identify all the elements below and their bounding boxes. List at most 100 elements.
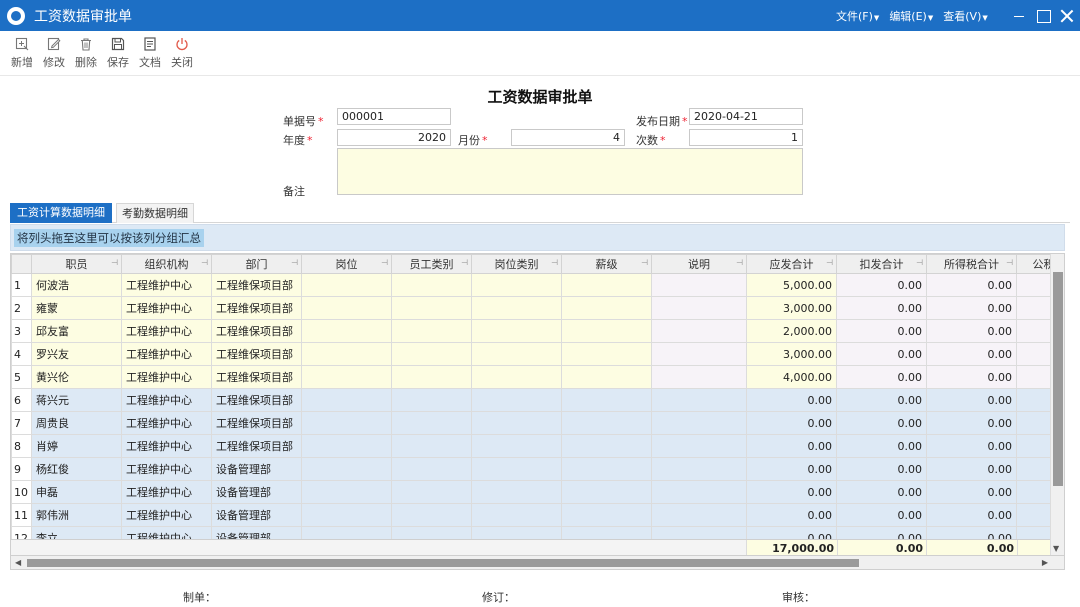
table-row[interactable]: 9 杨红俊 工程维护中心 设备管理部 0.00 0.00 0.00 <box>11 457 1051 481</box>
cell-gross[interactable]: 0.00 <box>746 434 837 458</box>
column-header[interactable]: 职员 ⊣ <box>31 254 122 274</box>
cell-grade[interactable] <box>561 273 652 297</box>
maximize-icon[interactable] <box>1036 9 1051 23</box>
cell-fund[interactable] <box>1016 342 1051 366</box>
cell-post-type[interactable] <box>471 503 562 527</box>
cell-deduct[interactable]: 0.00 <box>836 457 927 481</box>
cell-fund[interactable] <box>1016 411 1051 435</box>
cell-employee[interactable]: 郭伟洲 <box>31 503 122 527</box>
pin-icon[interactable]: ⊣ <box>551 258 558 267</box>
year-field[interactable]: 2020 <box>337 129 451 146</box>
cell-dept[interactable]: 设备管理部 <box>211 503 302 527</box>
column-header[interactable]: 说明 ⊣ <box>651 254 747 274</box>
cell-deduct[interactable]: 0.00 <box>836 365 927 389</box>
column-header[interactable]: 扣发合计 ⊣ <box>836 254 927 274</box>
vertical-scroll-thumb[interactable] <box>1053 272 1063 486</box>
cell-post-type[interactable] <box>471 480 562 504</box>
cell-post-type[interactable] <box>471 342 562 366</box>
tab-salary-details[interactable]: 工资计算数据明细 <box>10 203 112 223</box>
cell-gross[interactable]: 5,000.00 <box>746 273 837 297</box>
cell-dept[interactable]: 工程维保项目部 <box>211 411 302 435</box>
cell-grade[interactable] <box>561 319 652 343</box>
cell-deduct[interactable]: 0.00 <box>836 273 927 297</box>
cell-deduct[interactable]: 0.00 <box>836 434 927 458</box>
cell-post-type[interactable] <box>471 388 562 412</box>
column-header[interactable]: 薪级 ⊣ <box>561 254 652 274</box>
cell-deduct[interactable]: 0.00 <box>836 411 927 435</box>
cell-employee-type[interactable] <box>391 457 472 481</box>
cell-org[interactable]: 工程维护中心 <box>121 319 212 343</box>
cell-employee-type[interactable] <box>391 342 472 366</box>
pin-icon[interactable]: ⊣ <box>111 258 118 267</box>
cell-employee[interactable]: 邱友富 <box>31 319 122 343</box>
cell-deduct[interactable]: 0.00 <box>836 319 927 343</box>
cell-gross[interactable]: 2,000.00 <box>746 319 837 343</box>
pin-icon[interactable]: ⊣ <box>826 258 833 267</box>
cell-grade[interactable] <box>561 296 652 320</box>
cell-fund[interactable] <box>1016 503 1051 527</box>
cell-post[interactable] <box>301 319 392 343</box>
cell-grade[interactable] <box>561 411 652 435</box>
cell-employee[interactable]: 周贵良 <box>31 411 122 435</box>
cell-tax[interactable]: 0.00 <box>926 296 1017 320</box>
column-header[interactable]: 岗位类别 ⊣ <box>471 254 562 274</box>
cell-employee-type[interactable] <box>391 411 472 435</box>
cell-post[interactable] <box>301 457 392 481</box>
cell-tax[interactable]: 0.00 <box>926 365 1017 389</box>
edit-button[interactable]: 修改 <box>38 31 70 75</box>
cell-post[interactable] <box>301 411 392 435</box>
cell-post[interactable] <box>301 480 392 504</box>
cell-grade[interactable] <box>561 365 652 389</box>
horizontal-scrollbar[interactable]: ◀ ▶ <box>10 556 1065 570</box>
cell-org[interactable]: 工程维护中心 <box>121 365 212 389</box>
cell-dept[interactable]: 工程维保项目部 <box>211 365 302 389</box>
cell-fund[interactable] <box>1016 388 1051 412</box>
cell-post[interactable] <box>301 503 392 527</box>
menu-view[interactable]: 查看(V)▼ <box>943 8 988 24</box>
publish-date-field[interactable]: 2020-04-21 <box>689 108 803 125</box>
cell-org[interactable]: 工程维护中心 <box>121 388 212 412</box>
cell-post-type[interactable] <box>471 273 562 297</box>
column-header[interactable]: 公积 <box>1016 254 1051 274</box>
save-button[interactable]: 保存 <box>102 31 134 75</box>
delete-button[interactable]: 删除 <box>70 31 102 75</box>
table-row[interactable]: 4 罗兴友 工程维护中心 工程维保项目部 3,000.00 0.00 0.00 <box>11 342 1051 366</box>
pin-icon[interactable]: ⊣ <box>381 258 388 267</box>
cell-note[interactable] <box>651 273 747 297</box>
cell-fund[interactable] <box>1016 457 1051 481</box>
cell-gross[interactable]: 0.00 <box>746 503 837 527</box>
table-row[interactable]: 7 周贵良 工程维护中心 工程维保项目部 0.00 0.00 0.00 <box>11 411 1051 435</box>
cell-employee[interactable]: 申磊 <box>31 480 122 504</box>
cell-grade[interactable] <box>561 503 652 527</box>
cell-post-type[interactable] <box>471 434 562 458</box>
cell-fund[interactable] <box>1016 319 1051 343</box>
table-row[interactable]: 1 何波浩 工程维护中心 工程维保项目部 5,000.00 0.00 0.00 <box>11 273 1051 297</box>
table-row[interactable]: 11 郭伟洲 工程维护中心 设备管理部 0.00 0.00 0.00 <box>11 503 1051 527</box>
column-header[interactable]: 应发合计 ⊣ <box>746 254 837 274</box>
cell-note[interactable] <box>651 342 747 366</box>
table-row[interactable]: 5 黄兴伦 工程维护中心 工程维保项目部 4,000.00 0.00 0.00 <box>11 365 1051 389</box>
cell-org[interactable]: 工程维护中心 <box>121 480 212 504</box>
minimize-icon[interactable] <box>1012 9 1026 23</box>
cell-gross[interactable]: 0.00 <box>746 388 837 412</box>
cell-post-type[interactable] <box>471 457 562 481</box>
vertical-scrollbar[interactable]: ▼ <box>1050 254 1064 555</box>
cell-org[interactable]: 工程维护中心 <box>121 342 212 366</box>
column-header[interactable]: 部门 ⊣ <box>211 254 302 274</box>
cell-dept[interactable]: 工程维保项目部 <box>211 342 302 366</box>
cell-employee-type[interactable] <box>391 319 472 343</box>
add-button[interactable]: 新增 <box>6 31 38 75</box>
column-header[interactable]: 所得税合计 ⊣ <box>926 254 1017 274</box>
cell-note[interactable] <box>651 434 747 458</box>
remark-field[interactable] <box>337 148 803 195</box>
cell-deduct[interactable]: 0.00 <box>836 296 927 320</box>
bill-no-field[interactable]: 000001 <box>337 108 451 125</box>
cell-note[interactable] <box>651 296 747 320</box>
cell-fund[interactable] <box>1016 365 1051 389</box>
pin-icon[interactable]: ⊣ <box>201 258 208 267</box>
cell-employee-type[interactable] <box>391 365 472 389</box>
pin-icon[interactable]: ⊣ <box>916 258 923 267</box>
tab-attendance-details[interactable]: 考勤数据明细 <box>116 203 194 223</box>
cell-post[interactable] <box>301 273 392 297</box>
cell-tax[interactable]: 0.00 <box>926 388 1017 412</box>
